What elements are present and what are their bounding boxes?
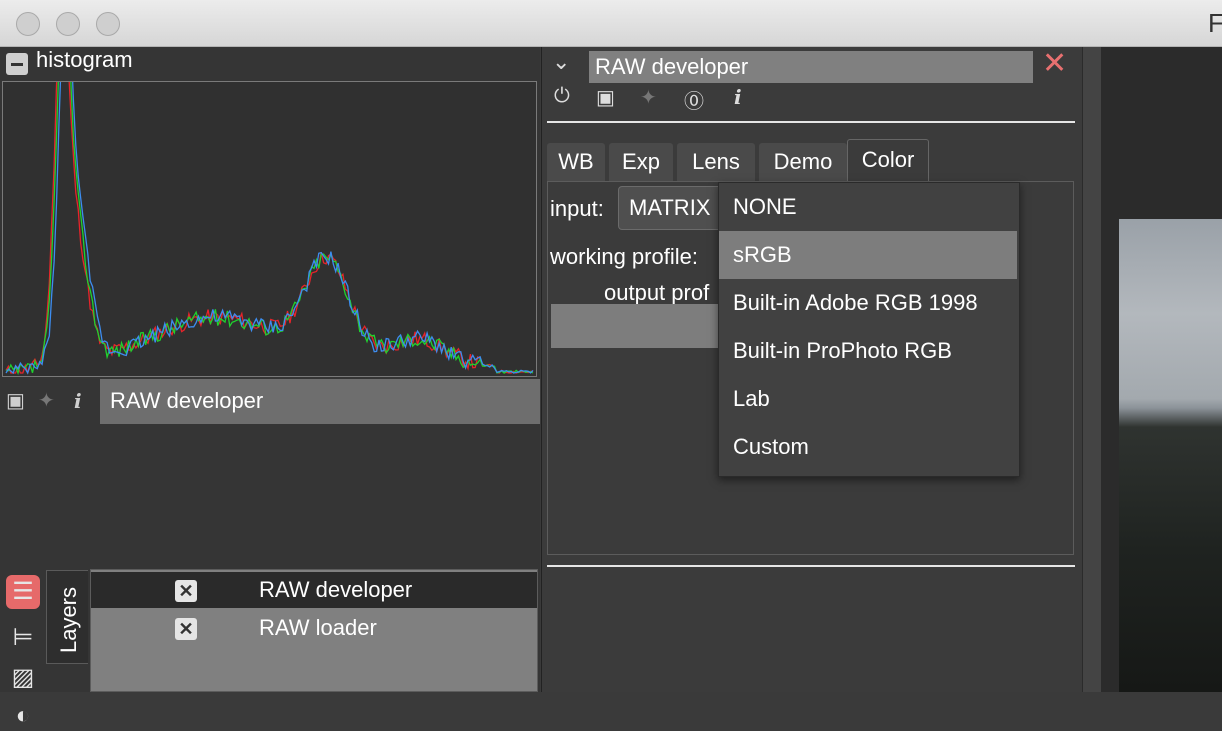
contrast-icon[interactable]: ◐ xyxy=(6,701,40,731)
minimize-window-button[interactable] xyxy=(56,12,80,36)
panel-scrollbar[interactable] xyxy=(1082,47,1102,692)
chevron-down-icon[interactable]: ⌄ xyxy=(552,49,570,75)
option-custom[interactable]: Custom xyxy=(719,423,1017,471)
layer-visibility-checkbox[interactable]: ✕ xyxy=(175,618,197,640)
option-adobe-rgb[interactable]: Built-in Adobe RGB 1998 xyxy=(719,279,1017,327)
photo-preview xyxy=(1119,219,1222,692)
histogram-graph xyxy=(5,82,534,376)
layers-list: ✕ RAW developer ✕ RAW loader xyxy=(90,569,538,692)
layers-icon[interactable]: ☰ xyxy=(6,575,40,609)
minus-icon[interactable] xyxy=(6,53,28,75)
histogram-title: histogram xyxy=(36,47,133,72)
tab-wb[interactable]: WB xyxy=(547,143,605,181)
histogram-plot xyxy=(2,81,537,377)
option-lab[interactable]: Lab xyxy=(719,375,1017,423)
histogram-module-name: RAW developer xyxy=(100,379,540,424)
tab-exp[interactable]: Exp xyxy=(609,143,673,181)
tree-icon[interactable]: ⊨ xyxy=(6,621,40,655)
output-profile-select[interactable] xyxy=(551,304,721,348)
layers-tab[interactable]: Layers xyxy=(46,570,88,664)
layer-row[interactable]: ✕ RAW loader xyxy=(91,610,537,646)
image-viewer xyxy=(1101,47,1222,692)
option-prophoto-rgb[interactable]: Built-in ProPhoto RGB xyxy=(719,327,1017,375)
input-label: input: xyxy=(550,196,604,221)
pin-icon[interactable]: ✦ xyxy=(640,85,657,110)
zoom-window-button[interactable] xyxy=(96,12,120,36)
info-icon[interactable]: i xyxy=(74,391,82,411)
left-column: histogram ▣ ✦ i RAW developer ☰ ⊨ ▨ ◐ La… xyxy=(0,47,540,729)
image-icon[interactable]: ▨ xyxy=(6,661,40,695)
close-window-button[interactable] xyxy=(16,12,40,36)
pin-icon[interactable]: ✦ xyxy=(38,391,55,411)
option-srgb[interactable]: sRGB xyxy=(719,231,1017,279)
info-icon[interactable]: i xyxy=(734,85,742,109)
option-none[interactable]: NONE xyxy=(719,183,1017,231)
reset-icon[interactable]: ⓪ xyxy=(684,85,704,114)
histogram-blue-channel xyxy=(5,82,534,375)
layer-name: RAW developer xyxy=(259,577,413,602)
camera-icon[interactable]: ▣ xyxy=(6,391,25,411)
working-profile-dropdown: NONE sRGB Built-in Adobe RGB 1998 Built-… xyxy=(718,182,1020,477)
tab-color[interactable]: Color xyxy=(847,139,929,181)
histogram-header: histogram xyxy=(0,47,540,77)
camera-icon[interactable]: ▣ xyxy=(596,85,615,110)
layer-visibility-checkbox[interactable]: ✕ xyxy=(175,580,197,602)
window-title: F xyxy=(1208,8,1222,38)
divider xyxy=(547,121,1075,123)
module-title: RAW developer xyxy=(589,51,1033,83)
power-icon[interactable]: ⏻ xyxy=(554,85,570,108)
layers-tab-label: Layers xyxy=(56,586,81,654)
output-profile-label: output prof xyxy=(604,280,710,305)
input-profile-select[interactable]: MATRIX xyxy=(618,186,728,230)
window-titlebar: F xyxy=(0,0,1222,47)
layers-area: ☰ ⊨ ▨ ◐ Layers ✕ RAW developer ✕ RAW loa… xyxy=(0,523,540,729)
tab-lens[interactable]: Lens xyxy=(677,143,755,181)
layer-row[interactable]: ✕ RAW developer xyxy=(91,572,537,608)
layer-name: RAW loader xyxy=(259,615,377,640)
divider xyxy=(547,565,1075,567)
tab-demo[interactable]: Demo xyxy=(759,143,847,181)
working-profile-label: working profile: xyxy=(550,244,698,269)
close-icon[interactable]: ✕ xyxy=(1042,47,1067,81)
